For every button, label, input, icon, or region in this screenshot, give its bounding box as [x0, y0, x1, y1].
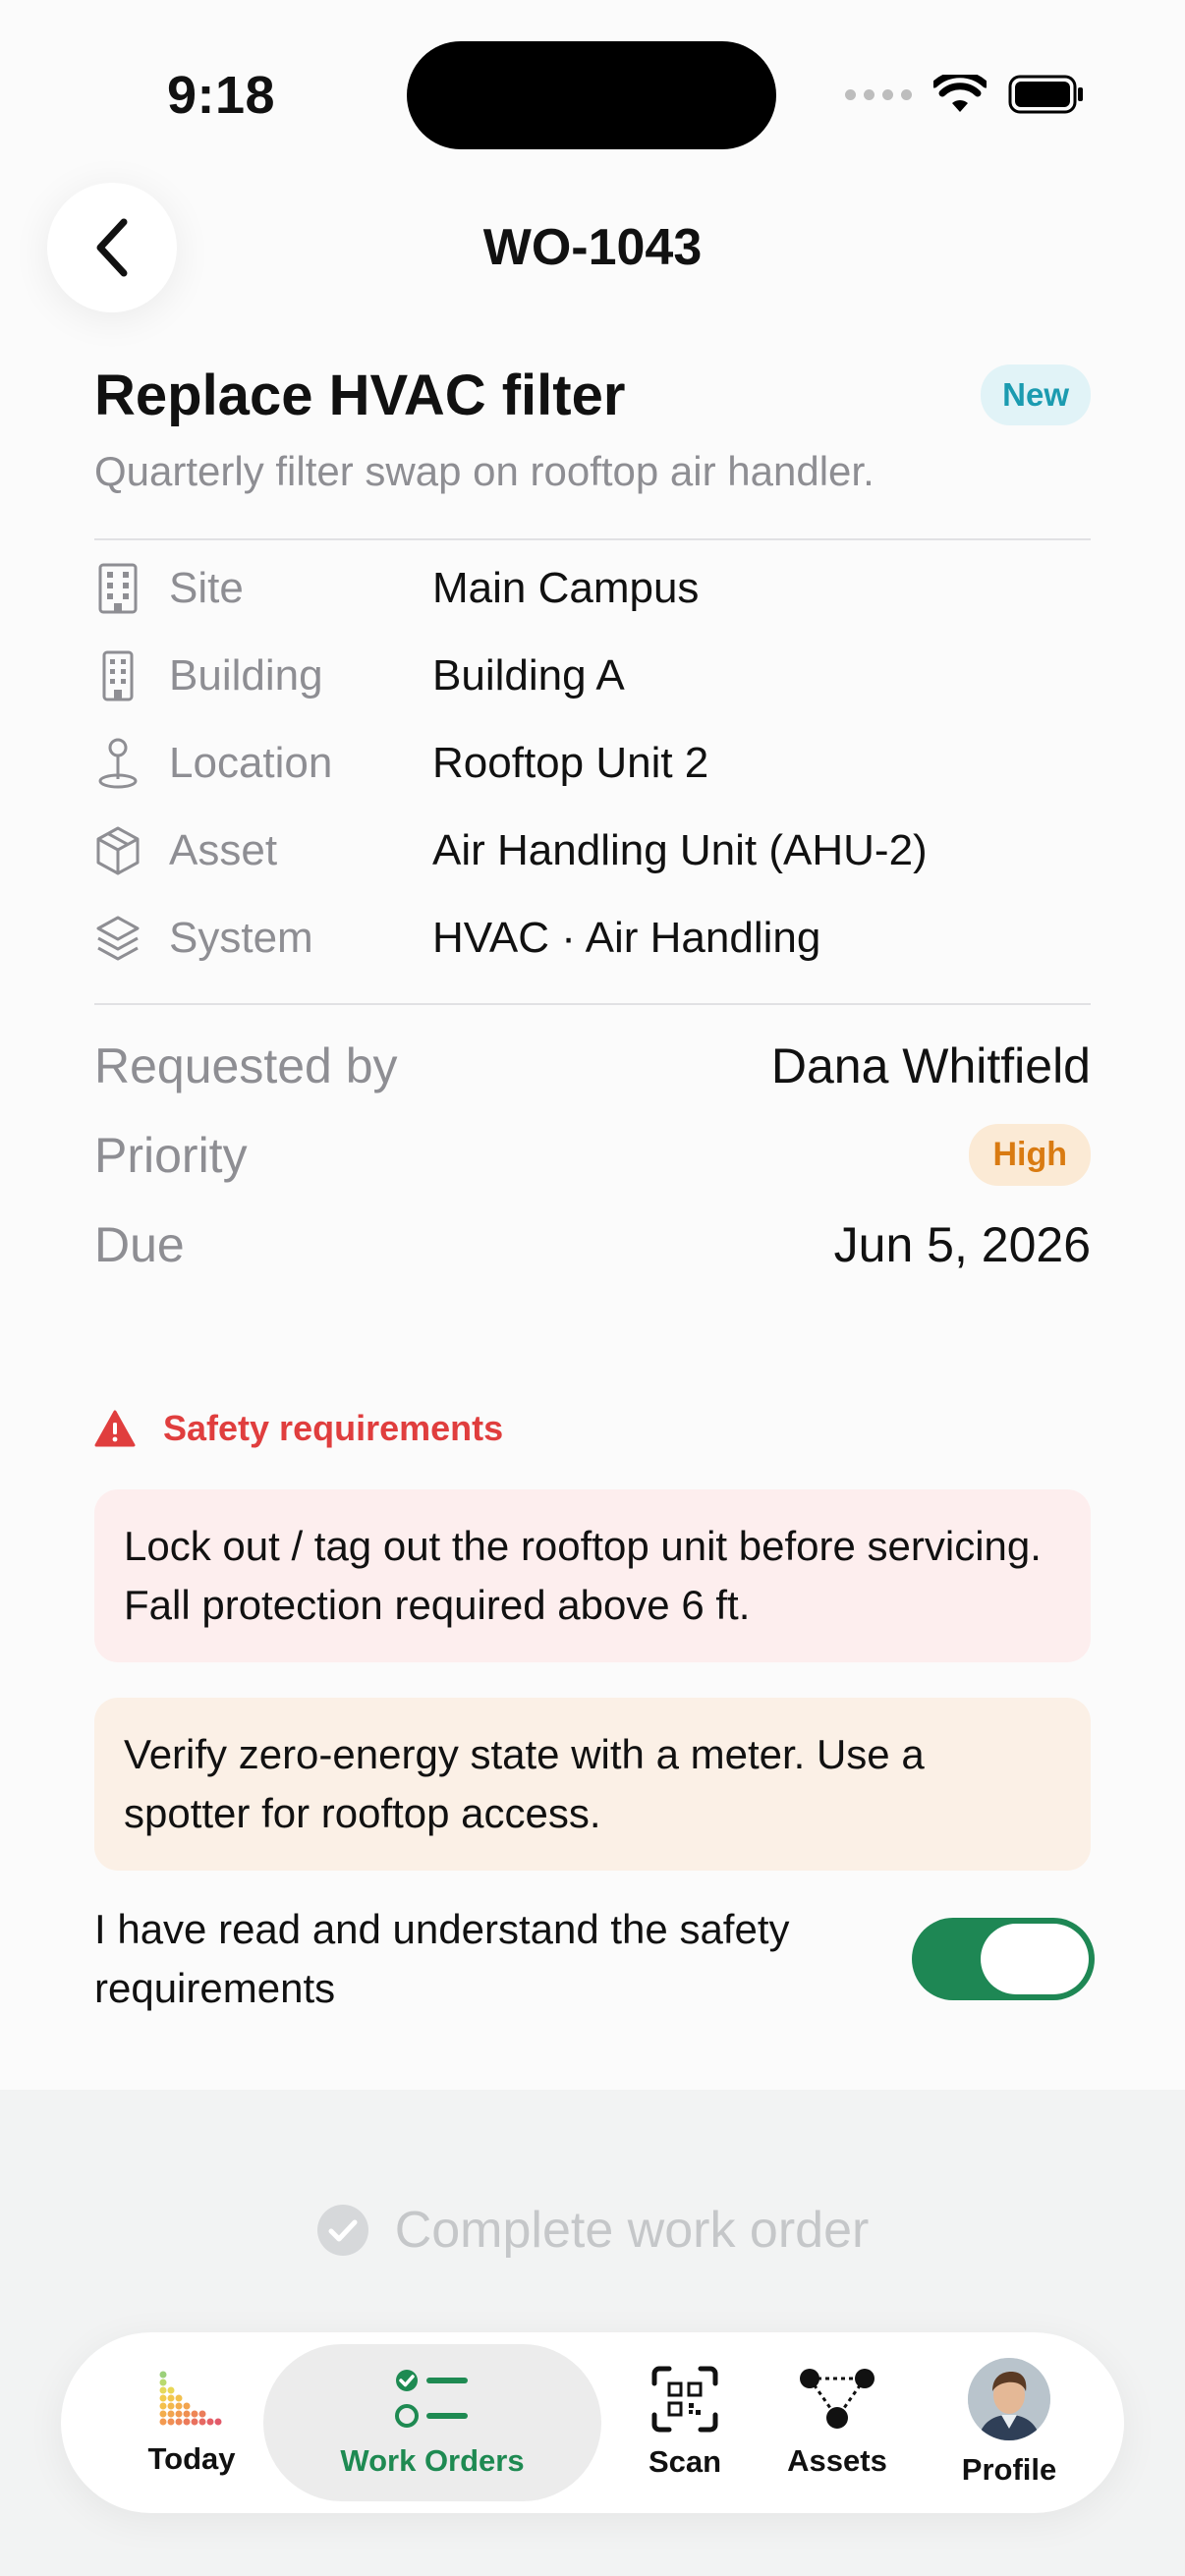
detail-row-system: System HVAC · Air Handling	[94, 894, 1091, 981]
page-title: WO-1043	[482, 219, 703, 276]
detail-label: Building	[169, 650, 323, 700]
layers-icon	[94, 911, 141, 966]
checkmark-circle-icon	[316, 2205, 368, 2256]
detail-value: Rooftop Unit 2	[432, 738, 709, 787]
chart-dots-icon	[159, 2371, 222, 2426]
building-icon	[94, 561, 141, 616]
status-time: 9:18	[167, 66, 276, 125]
building-narrow-icon	[94, 648, 141, 703]
avatar	[968, 2358, 1050, 2440]
tab-label: Work Orders	[340, 2443, 525, 2478]
meta-section: Requested by Dana Whitfield Priority Hig…	[94, 1021, 1091, 1289]
tab-work-orders[interactable]: Work Orders	[263, 2332, 601, 2513]
due-row: Due Jun 5, 2026	[94, 1200, 1091, 1289]
acknowledgement-toggle[interactable]	[912, 1918, 1095, 2000]
acknowledgement-text: I have read and understand the safety re…	[94, 1906, 790, 2011]
status-icons	[845, 69, 1085, 120]
safety-alert-verify: Verify zero-energy state with a meter. U…	[94, 1698, 1091, 1871]
tab-today[interactable]: Today	[130, 2332, 254, 2513]
battery-icon	[1008, 75, 1083, 114]
detail-row-location: Location Rooftop Unit 2	[94, 719, 1091, 807]
status-badge: New	[981, 364, 1091, 425]
due-label: Due	[94, 1216, 185, 1272]
tab-assets[interactable]: Assets	[749, 2332, 926, 2513]
detail-value: Building A	[432, 650, 625, 700]
requested-by-value: Dana Whitfield	[770, 1037, 1091, 1093]
location-pin-icon	[94, 736, 141, 791]
safety-heading-text: Safety requirements	[163, 1408, 504, 1448]
detail-value: HVAC · Air Handling	[432, 913, 821, 962]
requested-by-label: Requested by	[94, 1037, 398, 1093]
detail-label: Site	[169, 563, 244, 612]
tab-bar: Today Work Orders Scan Assets Profile	[61, 2332, 1124, 2513]
divider	[94, 1003, 1091, 1005]
box-icon	[94, 823, 141, 878]
detail-label: Location	[169, 738, 333, 787]
checklist-icon	[395, 2370, 468, 2428]
due-value: Jun 5, 2026	[833, 1216, 1091, 1272]
work-order-detail: Replace HVAC filter New Quarterly filter…	[94, 354, 1095, 2018]
priority-badge: High	[969, 1124, 1091, 1186]
safety-heading: Safety requirements	[94, 1399, 1091, 1458]
work-order-title: Replace HVAC filter	[94, 363, 626, 427]
detail-row-building: Building Building A	[94, 632, 1091, 719]
detail-row-asset: Asset Air Handling Unit (AHU-2)	[94, 807, 1091, 894]
priority-label: Priority	[94, 1127, 248, 1183]
toggle-knob	[981, 1924, 1089, 1994]
tab-label: Scan	[648, 2444, 722, 2479]
priority-row: Priority High	[94, 1110, 1091, 1200]
tab-profile[interactable]: Profile	[935, 2332, 1083, 2513]
qr-scan-icon	[651, 2366, 718, 2433]
status-bar: 9:18	[0, 0, 1185, 187]
detail-value: Air Handling Unit (AHU-2)	[432, 825, 928, 874]
safety-alert-lockout: Lock out / tag out the rooftop unit befo…	[94, 1489, 1091, 1662]
details-list: Site Main Campus Building Building A Loc…	[94, 540, 1091, 981]
detail-value: Main Campus	[432, 563, 700, 612]
wifi-icon	[933, 75, 987, 112]
tab-label: Profile	[961, 2452, 1057, 2487]
detail-label: System	[169, 913, 313, 962]
work-order-description: Quarterly filter swap on rooftop air han…	[94, 448, 875, 494]
warning-icon	[94, 1410, 136, 1447]
detail-label: Asset	[169, 825, 278, 874]
tab-label: Assets	[787, 2443, 887, 2478]
safety-acknowledgement: I have read and understand the safety re…	[94, 1900, 1095, 2018]
detail-row-site: Site Main Campus	[94, 544, 1091, 632]
requested-by-row: Requested by Dana Whitfield	[94, 1021, 1091, 1110]
complete-work-order-button[interactable]: Complete work order	[0, 2181, 1185, 2279]
tab-label: Today	[147, 2441, 236, 2476]
dynamic-island	[407, 41, 776, 149]
tab-scan[interactable]: Scan	[621, 2332, 749, 2513]
cellular-signal-icon	[845, 88, 912, 100]
complete-button-label: Complete work order	[394, 2202, 870, 2259]
network-icon	[800, 2369, 875, 2429]
